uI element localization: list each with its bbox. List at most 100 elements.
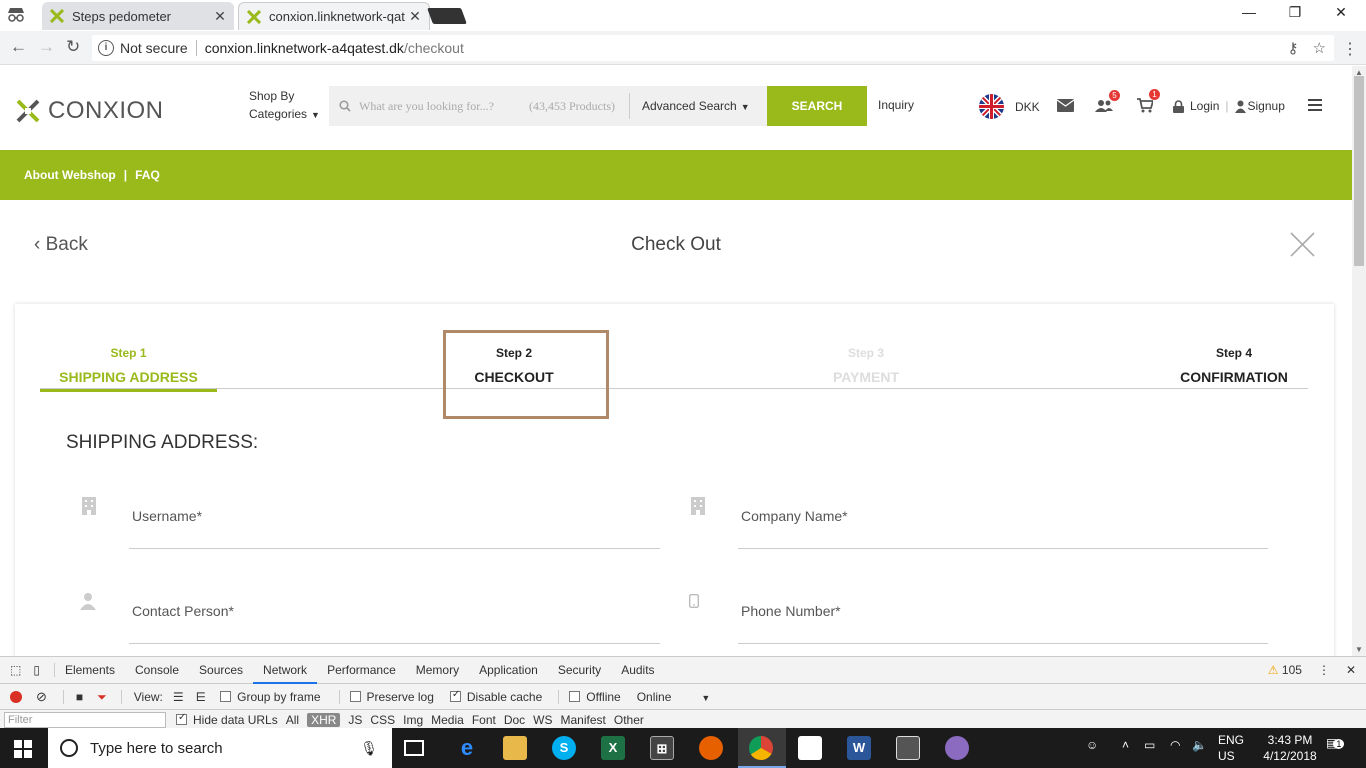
step-shipping-address[interactable]: Step 1 SHIPPING ADDRESS <box>40 346 217 392</box>
type-filter-xhr[interactable]: XHR <box>307 713 341 727</box>
overview-icon[interactable]: ⋿ <box>196 690 206 704</box>
mail-icon[interactable] <box>1057 99 1074 112</box>
hamburger-menu-icon[interactable] <box>1308 99 1322 114</box>
paint-icon[interactable] <box>945 736 969 760</box>
type-filter-media[interactable]: Media <box>431 713 464 727</box>
close-devtools-icon[interactable]: ✕ <box>1346 663 1356 677</box>
tray-chevron-up-icon[interactable]: ˄ <box>1122 738 1129 752</box>
volume-muted-icon[interactable]: 🔈 <box>1192 738 1207 752</box>
new-tab-button[interactable] <box>427 8 467 24</box>
task-view-icon[interactable] <box>404 740 424 756</box>
back-link[interactable]: ‹ Back <box>34 234 88 256</box>
type-filter-css[interactable]: CSS <box>370 713 395 727</box>
tab-audits[interactable]: Audits <box>611 657 664 684</box>
photos-icon[interactable] <box>896 736 920 760</box>
people-icon[interactable]: ☺ <box>1086 738 1098 752</box>
microphone-icon[interactable]: 🎙 <box>360 740 378 757</box>
close-window-button[interactable]: ✕ <box>1318 4 1364 21</box>
back-arrow-icon[interactable]: ← <box>10 37 27 57</box>
battery-icon[interactable]: ▭ <box>1144 738 1155 752</box>
conxion-logo[interactable]: CONXION <box>16 97 164 125</box>
excel-icon[interactable]: X <box>601 736 625 760</box>
clear-icon[interactable]: ⊘ <box>36 689 47 705</box>
throttling-select[interactable]: Online ▼ <box>637 690 711 704</box>
forward-arrow-icon[interactable]: → <box>38 37 55 57</box>
advanced-search-dropdown[interactable]: Advanced Search ▼ <box>642 99 750 113</box>
type-filter-font[interactable]: Font <box>472 713 496 727</box>
info-icon[interactable]: i <box>98 40 114 56</box>
tab-memory[interactable]: Memory <box>406 657 469 684</box>
tab-application[interactable]: Application <box>469 657 548 684</box>
filter-funnel-icon[interactable]: ⏷ <box>97 690 107 705</box>
login-link[interactable]: Login <box>1190 99 1219 113</box>
users-button[interactable]: 5 <box>1095 90 1120 112</box>
browser-tab-checkout[interactable]: conxion.linknetwork-qat ✕ <box>238 2 430 30</box>
signup-link[interactable]: Signup <box>1248 99 1285 113</box>
chrome-icon[interactable] <box>749 736 773 760</box>
about-webshop-link[interactable]: About Webshop <box>24 168 116 182</box>
hide-data-urls-checkbox[interactable]: Hide data URLs <box>176 712 278 727</box>
minimize-window-button[interactable]: — <box>1226 4 1272 20</box>
inspect-element-icon[interactable]: ⬚ <box>0 663 27 677</box>
uk-flag-icon[interactable] <box>979 94 1004 119</box>
type-filter-ws[interactable]: WS <box>533 713 552 727</box>
close-tab-icon[interactable]: ✕ <box>409 8 421 25</box>
store-icon[interactable]: ⊞ <box>650 736 674 760</box>
tab-security[interactable]: Security <box>548 657 611 684</box>
tab-performance[interactable]: Performance <box>317 657 406 684</box>
address-bar[interactable]: i Not secure conxion.linknetwork-a4qates… <box>92 35 1334 61</box>
scrollbar-thumb[interactable] <box>1354 76 1364 266</box>
warnings-counter[interactable]: ⚠ 105 <box>1268 663 1302 677</box>
reload-icon[interactable]: ↻ <box>66 37 80 57</box>
inquiry-link[interactable]: Inquiry <box>878 98 914 112</box>
tab-sources[interactable]: Sources <box>189 657 253 684</box>
search-input[interactable]: What are you looking for...? <box>359 99 529 114</box>
input-language[interactable]: ENG US <box>1218 732 1244 764</box>
notifications-button[interactable]: ▤1 <box>1326 736 1345 750</box>
company-name-field[interactable]: Company Name* <box>738 494 1268 549</box>
cart-button[interactable]: 1 <box>1137 89 1160 113</box>
type-filter-img[interactable]: Img <box>403 713 423 727</box>
type-filter-manifest[interactable]: Manifest <box>561 713 606 727</box>
currency-selector[interactable]: DKK <box>1015 100 1040 114</box>
skype-icon[interactable]: S <box>552 736 576 760</box>
word-icon[interactable]: W <box>847 736 871 760</box>
tab-elements[interactable]: Elements <box>55 657 125 684</box>
key-icon[interactable]: ⚷ <box>1288 39 1299 57</box>
scroll-down-icon[interactable]: ▼ <box>1355 645 1363 654</box>
faq-link[interactable]: FAQ <box>135 168 160 182</box>
edge-browser-icon[interactable]: e <box>455 736 479 760</box>
contact-person-field[interactable]: Contact Person* <box>129 589 660 644</box>
search-button[interactable]: SEARCH <box>767 86 867 126</box>
screenshot-camera-icon[interactable]: ■ <box>62 690 83 704</box>
record-icon[interactable] <box>10 691 22 703</box>
shop-by-categories-dropdown[interactable]: Shop By Categories ▼ <box>249 87 320 124</box>
step-payment[interactable]: Step 3 PAYMENT <box>800 346 932 385</box>
system-clock[interactable]: 3:43 PM 4/12/2018 <box>1260 732 1320 764</box>
devtools-menu-icon[interactable]: ⋮ <box>1318 663 1330 677</box>
tab-console[interactable]: Console <box>125 657 189 684</box>
device-toolbar-icon[interactable]: ▯ <box>27 663 55 677</box>
preserve-log-checkbox[interactable]: Preserve log <box>338 690 434 704</box>
group-by-frame-checkbox[interactable]: Group by frame <box>220 690 321 704</box>
step-confirmation[interactable]: Step 4 CONFIRMATION <box>1166 346 1302 385</box>
browser-tab-steps-pedometer[interactable]: Steps pedometer ✕ <box>42 2 234 30</box>
disable-cache-checkbox[interactable]: Disable cache <box>449 689 542 704</box>
tab-network[interactable]: Network <box>253 657 318 684</box>
bookmark-star-icon[interactable]: ☆ <box>1313 39 1326 57</box>
windows-start-icon[interactable] <box>14 740 32 758</box>
phone-number-field[interactable]: Phone Number* <box>738 589 1268 644</box>
close-icon[interactable] <box>1290 232 1315 257</box>
filter-input[interactable]: Filter <box>4 712 166 728</box>
type-filter-other[interactable]: Other <box>614 713 644 727</box>
large-rows-icon[interactable]: ☰ <box>173 690 184 704</box>
file-explorer-icon[interactable] <box>503 736 527 760</box>
sticky-notes-icon[interactable] <box>798 736 822 760</box>
type-filter-js[interactable]: JS <box>348 713 362 727</box>
offline-checkbox[interactable]: Offline <box>558 690 621 704</box>
browser-menu-icon[interactable]: ⋮ <box>1342 39 1358 59</box>
page-scrollbar[interactable]: ▲ ▼ <box>1352 66 1366 656</box>
firefox-icon[interactable] <box>699 736 723 760</box>
wifi-icon[interactable]: ◠ <box>1170 738 1180 752</box>
taskbar-search[interactable]: Type here to search 🎙 <box>48 728 392 768</box>
